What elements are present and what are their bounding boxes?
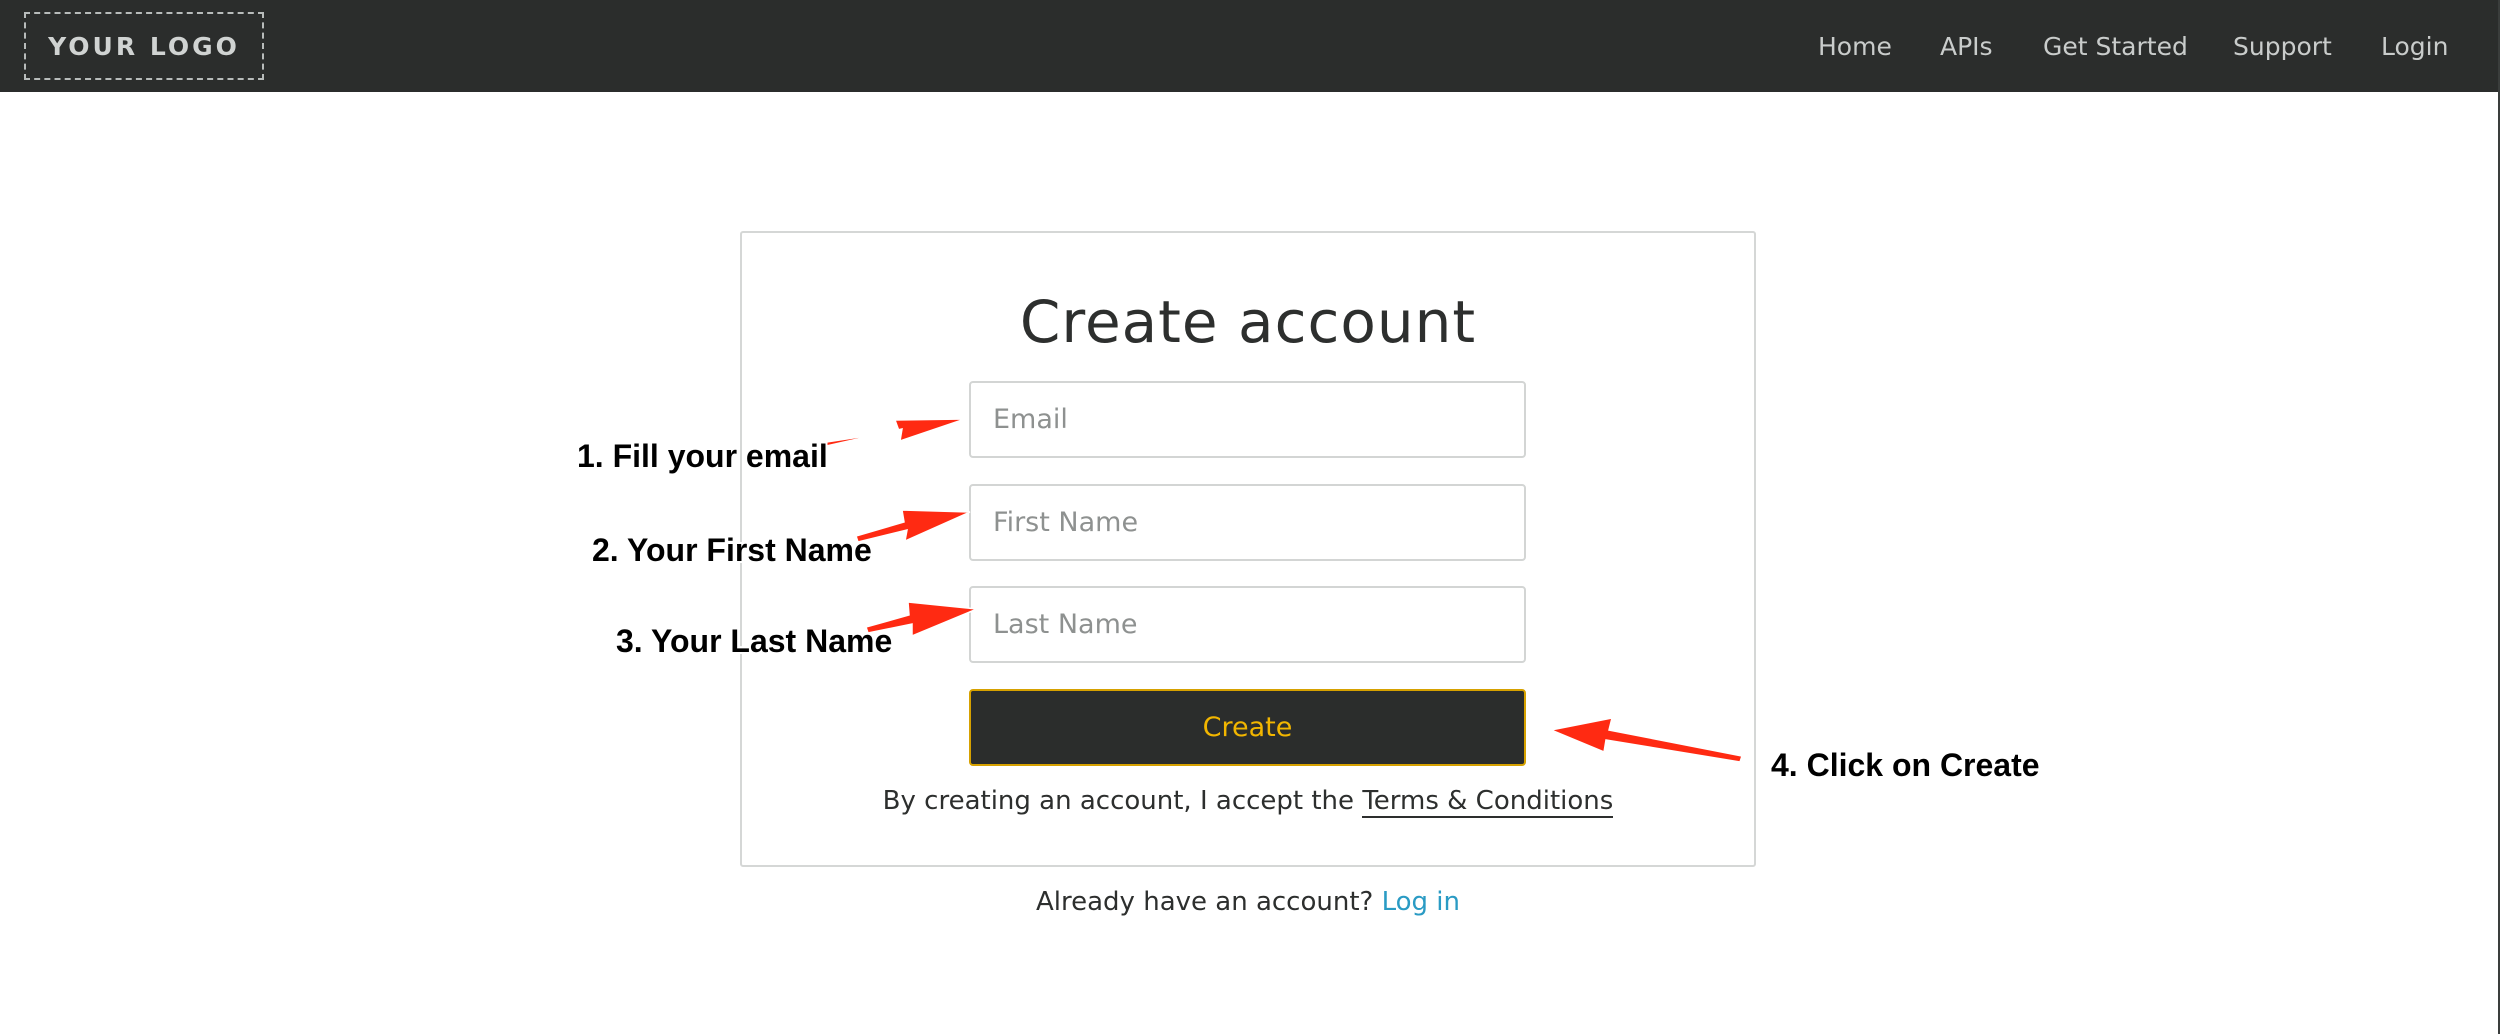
logo[interactable]: YOUR LOGO xyxy=(24,12,264,80)
login-link[interactable]: Log in xyxy=(1382,887,1460,917)
login-prompt: Already have an account? Log in xyxy=(740,884,1756,920)
last-name-field[interactable] xyxy=(969,586,1526,663)
terms-conditions-link[interactable]: Terms & Conditions xyxy=(1362,786,1614,818)
page-title: Create account xyxy=(1019,288,1477,356)
nav-item-login[interactable]: Login xyxy=(2381,30,2448,64)
nav-item-get-started[interactable]: Get Started xyxy=(2043,30,2188,64)
email-field[interactable] xyxy=(969,381,1526,458)
create-button[interactable]: Create xyxy=(969,689,1526,766)
terms-notice: By creating an account, I accept the Ter… xyxy=(740,783,1756,819)
terms-prefix-text: By creating an account, I accept the xyxy=(882,786,1363,816)
annotation-step-1: 1. Fill your email xyxy=(577,438,828,474)
first-name-field[interactable] xyxy=(969,484,1526,561)
nav-item-home[interactable]: Home xyxy=(1818,30,1892,64)
top-navbar: YOUR LOGO Home APIs Get Started Support … xyxy=(0,0,2500,92)
annotation-step-3: 3. Your Last Name xyxy=(616,623,893,659)
annotation-step-4: 4. Click on Create xyxy=(1771,747,2040,783)
nav-item-support[interactable]: Support xyxy=(2233,30,2332,64)
login-prefix-text: Already have an account? xyxy=(1036,887,1382,917)
annotation-step-2: 2. Your First Name xyxy=(592,532,872,568)
nav-item-apis[interactable]: APIs xyxy=(1940,30,1993,64)
